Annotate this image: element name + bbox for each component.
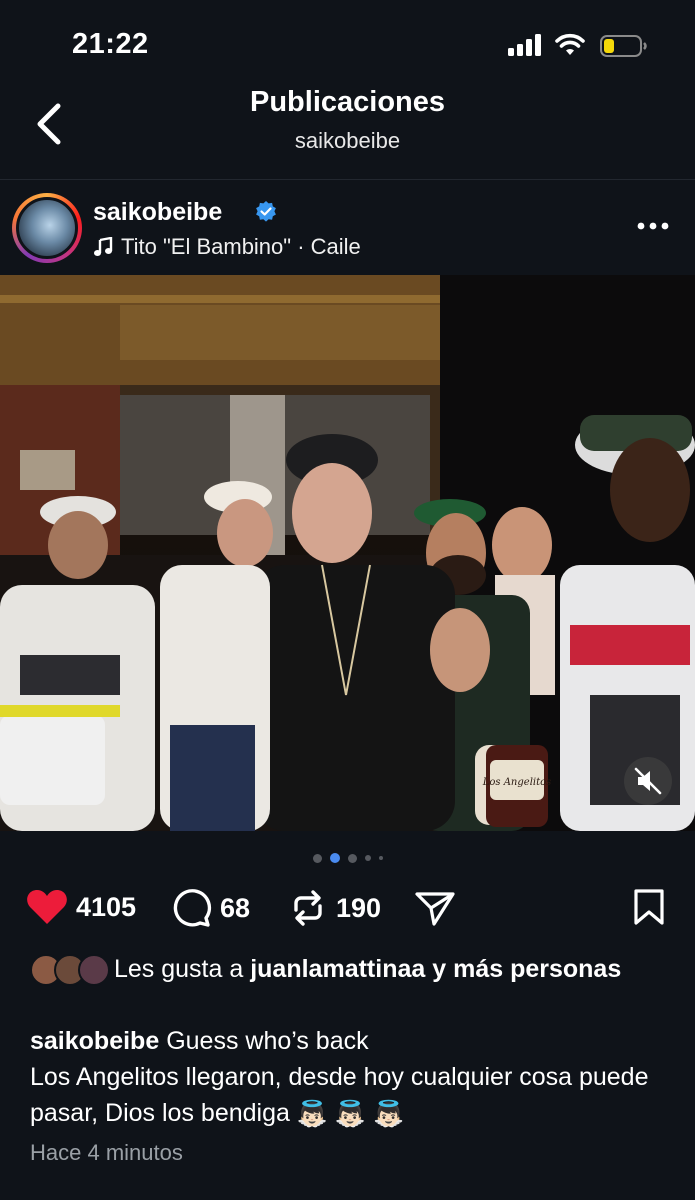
page-subtitle: saikobeibe	[294, 128, 401, 153]
heart-filled-icon	[27, 890, 67, 924]
wifi-icon	[555, 33, 585, 55]
repost-button[interactable]: 190	[288, 888, 381, 928]
likes-text: Les gusta a juanlamattinaa y más persona…	[114, 952, 634, 986]
repost-icon	[294, 890, 322, 926]
post-actions: 4105 68 190	[0, 880, 695, 934]
bookmark-icon[interactable]	[632, 888, 666, 926]
post-header: saikobeibe Tito "El Bambino" · Caile	[0, 181, 695, 275]
comment-button[interactable]: 68	[172, 888, 250, 928]
status-time: 21:22	[72, 28, 149, 60]
carousel-indicator	[0, 853, 695, 863]
caption-line-1: Guess who’s back	[166, 1027, 369, 1055]
post-timestamp: Hace 4 minutos	[30, 1140, 183, 1165]
caption-emoji: 👼🏻 👼🏻 👼🏻	[296, 1100, 405, 1129]
verified-badge-icon	[256, 201, 276, 222]
music-attribution[interactable]: Tito "El Bambino" · Caile	[93, 234, 361, 260]
liker-avatars	[30, 954, 110, 986]
likes-prefix: Les gusta a	[114, 955, 244, 983]
battery-icon	[600, 35, 647, 57]
page-title: Publicaciones	[249, 86, 445, 118]
carousel-dot	[378, 856, 383, 860]
status-bar: 21:22	[0, 0, 695, 80]
app-header: Publicaciones saikobeibe	[0, 80, 695, 180]
music-label: Tito "El Bambino" · Caile	[121, 234, 361, 259]
carousel-dot	[364, 855, 371, 861]
comment-bubble-icon	[173, 889, 212, 927]
like-count: 4105	[76, 891, 137, 922]
likes-suffix[interactable]: y más personas	[432, 955, 621, 983]
mute-button[interactable]	[624, 757, 672, 805]
repost-count: 190	[336, 892, 382, 923]
carousel-dot-active	[329, 853, 340, 863]
carousel-dot	[312, 853, 322, 863]
share-send-icon[interactable]	[414, 890, 456, 928]
more-options-icon[interactable]	[636, 217, 670, 235]
signal-icon	[508, 34, 541, 56]
post-username[interactable]: saikobeibe	[93, 198, 222, 227]
caption-username[interactable]: saikobeibe	[30, 1027, 159, 1055]
like-button[interactable]: 4105	[26, 888, 136, 926]
music-note-icon	[94, 237, 113, 256]
avatar[interactable]	[16, 197, 78, 259]
story-ring[interactable]	[12, 193, 82, 263]
speaker-muted-icon	[634, 767, 662, 795]
comment-count: 68	[220, 892, 251, 923]
bottle-label: Los Angelitos	[482, 777, 552, 788]
post-caption: saikobeibe Guess who’s back Los Angelito…	[30, 1023, 660, 1132]
post-photo[interactable]: Los Angelitos	[0, 275, 695, 831]
avatar	[78, 954, 110, 986]
carousel-dot	[347, 853, 357, 863]
post-photo-image: Los Angelitos	[0, 275, 695, 831]
liker-username[interactable]: juanlamattinaa	[250, 955, 425, 983]
